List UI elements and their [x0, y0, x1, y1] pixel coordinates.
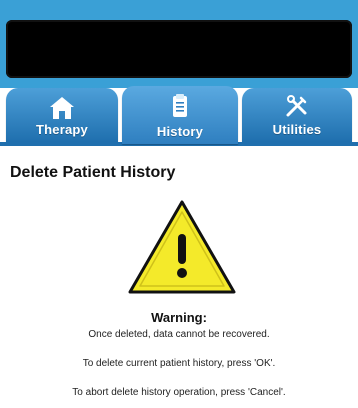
- warning-line-1: Once deleted, data cannot be recovered.: [88, 329, 270, 340]
- warning-title: Warning:: [151, 310, 207, 325]
- tools-icon: [286, 95, 307, 117]
- warning-line-3: To abort delete history operation, press…: [72, 387, 286, 398]
- warning-triangle-icon: [128, 200, 236, 294]
- page-title: Delete Patient History: [10, 164, 176, 181]
- top-accent-strip: [0, 0, 358, 12]
- tab-history-label: History: [156, 124, 204, 139]
- tab-bar: Therapy History Utilities: [0, 86, 358, 152]
- warning-line-2: To delete current patient history, press…: [82, 358, 276, 369]
- tab-therapy-label: Therapy: [36, 122, 88, 137]
- tab-utilities[interactable]: Utilities: [242, 88, 352, 142]
- display-panel: [6, 20, 352, 78]
- home-icon: [50, 97, 74, 119]
- tab-utilities-label: Utilities: [272, 122, 322, 137]
- device-screen-frame: [0, 12, 358, 88]
- tab-therapy[interactable]: Therapy: [6, 88, 118, 142]
- clipboard-icon: [173, 94, 187, 117]
- tab-history[interactable]: History: [122, 86, 238, 144]
